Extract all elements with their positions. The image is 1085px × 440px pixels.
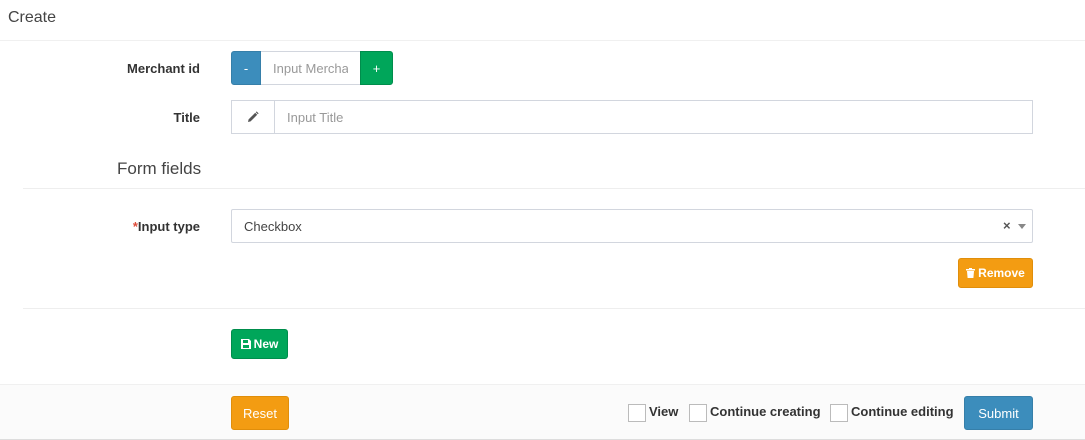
view-checkbox-label[interactable]: View bbox=[649, 404, 678, 419]
merchant-decrement-button[interactable]: - bbox=[231, 51, 261, 85]
reset-label: Reset bbox=[243, 405, 277, 421]
continue-editing-checkbox[interactable] bbox=[830, 404, 848, 422]
dropdown-arrow-icon[interactable] bbox=[1018, 224, 1026, 229]
reset-button[interactable]: Reset bbox=[231, 396, 289, 430]
new-label: New bbox=[253, 337, 279, 351]
title-label: Title bbox=[173, 110, 201, 125]
page-title: Create bbox=[8, 9, 57, 26]
input-type-label-text: Input type bbox=[137, 219, 200, 234]
submit-button[interactable]: Submit bbox=[964, 396, 1033, 430]
save-icon bbox=[240, 339, 251, 349]
clear-selection-icon[interactable]: × bbox=[1003, 218, 1011, 233]
pencil-icon bbox=[248, 111, 259, 122]
input-type-label: *Input type bbox=[0, 219, 200, 234]
box-footer: Reset View Continue creating Continue ed… bbox=[0, 384, 1085, 440]
title-addon bbox=[231, 100, 275, 134]
form-fields-heading: Form fields bbox=[117, 159, 202, 178]
minus-label: - bbox=[243, 60, 249, 76]
merchant-id-label: Merchant id bbox=[127, 61, 200, 76]
field-divider bbox=[23, 308, 1085, 309]
view-checkbox[interactable] bbox=[628, 404, 646, 422]
new-field-button[interactable]: New bbox=[231, 329, 288, 359]
input-type-select[interactable]: Checkbox × bbox=[231, 209, 1033, 243]
remove-field-button[interactable]: Remove bbox=[958, 258, 1033, 288]
plus-label: + bbox=[372, 60, 381, 76]
box-header: Create bbox=[0, 0, 1085, 41]
merchant-id-input[interactable] bbox=[261, 51, 360, 85]
continue-editing-label[interactable]: Continue editing bbox=[851, 404, 954, 419]
remove-label: Remove bbox=[978, 266, 1025, 280]
input-type-selected-value: Checkbox bbox=[244, 219, 302, 234]
section-divider bbox=[23, 188, 1085, 189]
trash-icon bbox=[966, 268, 976, 278]
merchant-increment-button[interactable]: + bbox=[360, 51, 393, 85]
submit-label: Submit bbox=[978, 405, 1019, 421]
continue-creating-checkbox[interactable] bbox=[689, 404, 707, 422]
title-input[interactable] bbox=[274, 100, 1033, 134]
continue-creating-label[interactable]: Continue creating bbox=[710, 404, 821, 419]
